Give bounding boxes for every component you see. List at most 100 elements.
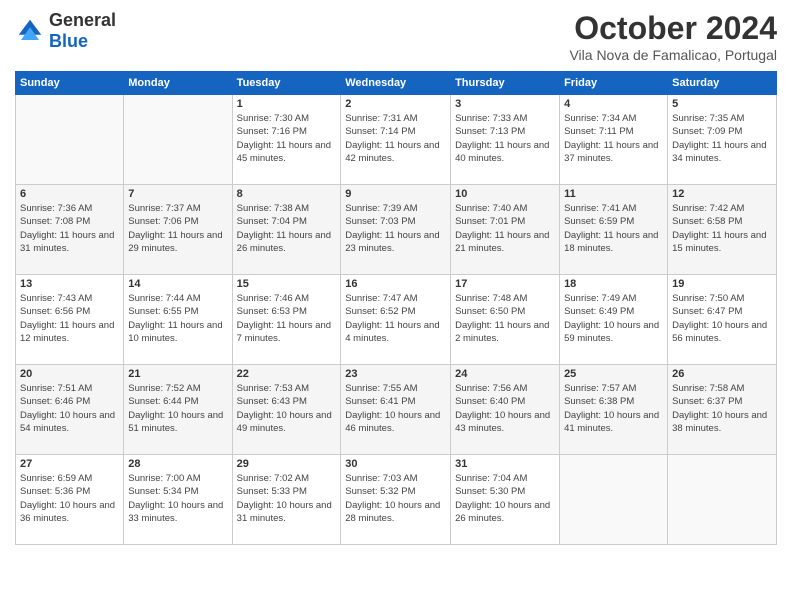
title-section: October 2024 Vila Nova de Famalicao, Por… bbox=[569, 10, 777, 63]
day-cell: 4 Sunrise: 7:34 AMSunset: 7:11 PMDaylight… bbox=[560, 95, 668, 185]
day-number: 10 bbox=[455, 188, 555, 200]
day-number: 15 bbox=[237, 278, 337, 290]
day-cell bbox=[124, 95, 232, 185]
day-info: Sunrise: 7:40 AMSunset: 7:01 PMDaylight:… bbox=[455, 202, 555, 255]
day-info: Sunrise: 7:36 AMSunset: 7:08 PMDaylight:… bbox=[20, 202, 119, 255]
day-cell: 22 Sunrise: 7:53 AMSunset: 6:43 PMDayligh… bbox=[232, 365, 341, 455]
day-number: 7 bbox=[128, 188, 227, 200]
day-info: Sunrise: 7:41 AMSunset: 6:59 PMDaylight:… bbox=[564, 202, 663, 255]
day-info: Sunrise: 7:51 AMSunset: 6:46 PMDaylight:… bbox=[20, 382, 119, 435]
day-number: 14 bbox=[128, 278, 227, 290]
day-cell: 26Sunrise: 7:58 AMSunset: 6:37 PMDayligh… bbox=[668, 365, 777, 455]
day-number: 21 bbox=[128, 368, 227, 380]
day-number: 11 bbox=[564, 188, 663, 200]
week-row-2: 6Sunrise: 7:36 AMSunset: 7:08 PMDaylight… bbox=[16, 185, 777, 275]
day-info: Sunrise: 7:55 AMSunset: 6:41 PMDaylight:… bbox=[345, 382, 446, 435]
day-info: Sunrise: 7:33 AMSunset: 7:13 PMDaylight:… bbox=[455, 112, 555, 165]
day-cell: 13 Sunrise: 7:43 AMSunset: 6:56 PMDayligh… bbox=[16, 275, 124, 365]
day-number: 27 bbox=[20, 458, 119, 470]
header-friday: Friday bbox=[560, 72, 668, 95]
week-row-5: 27Sunrise: 6:59 AMSunset: 5:36 PMDayligh… bbox=[16, 455, 777, 545]
day-number: 4 bbox=[564, 98, 663, 110]
day-cell: 29 Sunrise: 7:02 AMSunset: 5:33 PMDayligh… bbox=[232, 455, 341, 545]
day-number: 31 bbox=[455, 458, 555, 470]
day-cell: 31 Sunrise: 7:04 AMSunset: 5:30 PMDayligh… bbox=[451, 455, 560, 545]
day-cell: 10 Sunrise: 7:40 AMSunset: 7:01 PMDayligh… bbox=[451, 185, 560, 275]
day-info: Sunrise: 7:00 AMSunset: 5:34 PMDaylight:… bbox=[128, 472, 227, 525]
day-info: Sunrise: 7:03 AMSunset: 5:32 PMDaylight:… bbox=[345, 472, 446, 525]
day-number: 28 bbox=[128, 458, 227, 470]
day-info: Sunrise: 7:02 AMSunset: 5:33 PMDaylight:… bbox=[237, 472, 337, 525]
day-cell: 11 Sunrise: 7:41 AMSunset: 6:59 PMDayligh… bbox=[560, 185, 668, 275]
day-info: Sunrise: 7:35 AMSunset: 7:09 PMDaylight:… bbox=[672, 112, 772, 165]
header-saturday: Saturday bbox=[668, 72, 777, 95]
day-cell: 18 Sunrise: 7:49 AMSunset: 6:49 PMDayligh… bbox=[560, 275, 668, 365]
logo-icon bbox=[15, 16, 45, 46]
day-info: Sunrise: 7:30 AMSunset: 7:16 PMDaylight:… bbox=[237, 112, 337, 165]
day-number: 1 bbox=[237, 98, 337, 110]
day-info: Sunrise: 7:39 AMSunset: 7:03 PMDaylight:… bbox=[345, 202, 446, 255]
day-number: 24 bbox=[455, 368, 555, 380]
header-sunday: Sunday bbox=[16, 72, 124, 95]
day-cell: 12Sunrise: 7:42 AMSunset: 6:58 PMDayligh… bbox=[668, 185, 777, 275]
day-cell bbox=[668, 455, 777, 545]
day-info: Sunrise: 7:57 AMSunset: 6:38 PMDaylight:… bbox=[564, 382, 663, 435]
logo-blue: Blue bbox=[49, 31, 116, 52]
location: Vila Nova de Famalicao, Portugal bbox=[569, 47, 777, 63]
day-number: 13 bbox=[20, 278, 119, 290]
day-cell: 8 Sunrise: 7:38 AMSunset: 7:04 PMDaylight… bbox=[232, 185, 341, 275]
day-cell: 7 Sunrise: 7:37 AMSunset: 7:06 PMDaylight… bbox=[124, 185, 232, 275]
day-info: Sunrise: 7:46 AMSunset: 6:53 PMDaylight:… bbox=[237, 292, 337, 345]
week-row-4: 20Sunrise: 7:51 AMSunset: 6:46 PMDayligh… bbox=[16, 365, 777, 455]
header-thursday: Thursday bbox=[451, 72, 560, 95]
day-cell: 3Sunrise: 7:33 AMSunset: 7:13 PMDaylight… bbox=[451, 95, 560, 185]
day-info: Sunrise: 7:53 AMSunset: 6:43 PMDaylight:… bbox=[237, 382, 337, 435]
day-cell: 2 Sunrise: 7:31 AMSunset: 7:14 PMDaylight… bbox=[341, 95, 451, 185]
day-cell bbox=[560, 455, 668, 545]
day-cell: 25Sunrise: 7:57 AMSunset: 6:38 PMDayligh… bbox=[560, 365, 668, 455]
day-number: 2 bbox=[345, 98, 446, 110]
day-info: Sunrise: 7:48 AMSunset: 6:50 PMDaylight:… bbox=[455, 292, 555, 345]
week-row-3: 13 Sunrise: 7:43 AMSunset: 6:56 PMDayligh… bbox=[16, 275, 777, 365]
day-info: Sunrise: 7:52 AMSunset: 6:44 PMDaylight:… bbox=[128, 382, 227, 435]
day-cell: 27Sunrise: 6:59 AMSunset: 5:36 PMDayligh… bbox=[16, 455, 124, 545]
header-monday: Monday bbox=[124, 72, 232, 95]
day-cell: 20Sunrise: 7:51 AMSunset: 6:46 PMDayligh… bbox=[16, 365, 124, 455]
day-info: Sunrise: 7:56 AMSunset: 6:40 PMDaylight:… bbox=[455, 382, 555, 435]
logo: General Blue bbox=[15, 10, 116, 52]
day-cell bbox=[16, 95, 124, 185]
day-info: Sunrise: 7:04 AMSunset: 5:30 PMDaylight:… bbox=[455, 472, 555, 525]
month-title: October 2024 bbox=[569, 10, 777, 47]
day-number: 12 bbox=[672, 188, 772, 200]
day-number: 30 bbox=[345, 458, 446, 470]
day-info: Sunrise: 7:44 AMSunset: 6:55 PMDaylight:… bbox=[128, 292, 227, 345]
day-info: Sunrise: 7:37 AMSunset: 7:06 PMDaylight:… bbox=[128, 202, 227, 255]
weekday-header-row: Sunday Monday Tuesday Wednesday Thursday… bbox=[16, 72, 777, 95]
day-number: 9 bbox=[345, 188, 446, 200]
day-info: Sunrise: 7:34 AMSunset: 7:11 PMDaylight:… bbox=[564, 112, 663, 165]
day-info: Sunrise: 7:49 AMSunset: 6:49 PMDaylight:… bbox=[564, 292, 663, 345]
day-cell: 21 Sunrise: 7:52 AMSunset: 6:44 PMDayligh… bbox=[124, 365, 232, 455]
day-number: 29 bbox=[237, 458, 337, 470]
page-container: General Blue October 2024 Vila Nova de F… bbox=[0, 0, 792, 555]
day-cell: 1 Sunrise: 7:30 AMSunset: 7:16 PMDaylight… bbox=[232, 95, 341, 185]
day-cell: 6Sunrise: 7:36 AMSunset: 7:08 PMDaylight… bbox=[16, 185, 124, 275]
week-row-1: 1 Sunrise: 7:30 AMSunset: 7:16 PMDaylight… bbox=[16, 95, 777, 185]
day-number: 26 bbox=[672, 368, 772, 380]
day-cell: 28 Sunrise: 7:00 AMSunset: 5:34 PMDayligh… bbox=[124, 455, 232, 545]
day-cell: 16Sunrise: 7:47 AMSunset: 6:52 PMDayligh… bbox=[341, 275, 451, 365]
day-info: Sunrise: 7:31 AMSunset: 7:14 PMDaylight:… bbox=[345, 112, 446, 165]
calendar: Sunday Monday Tuesday Wednesday Thursday… bbox=[15, 71, 777, 545]
day-number: 5 bbox=[672, 98, 772, 110]
day-cell: 17Sunrise: 7:48 AMSunset: 6:50 PMDayligh… bbox=[451, 275, 560, 365]
day-number: 18 bbox=[564, 278, 663, 290]
day-info: Sunrise: 7:38 AMSunset: 7:04 PMDaylight:… bbox=[237, 202, 337, 255]
logo-general: General bbox=[49, 10, 116, 31]
day-number: 22 bbox=[237, 368, 337, 380]
day-cell: 30 Sunrise: 7:03 AMSunset: 5:32 PMDayligh… bbox=[341, 455, 451, 545]
header-wednesday: Wednesday bbox=[341, 72, 451, 95]
header: General Blue October 2024 Vila Nova de F… bbox=[15, 10, 777, 63]
day-number: 8 bbox=[237, 188, 337, 200]
day-info: Sunrise: 7:50 AMSunset: 6:47 PMDaylight:… bbox=[672, 292, 772, 345]
day-info: Sunrise: 7:43 AMSunset: 6:56 PMDaylight:… bbox=[20, 292, 119, 345]
